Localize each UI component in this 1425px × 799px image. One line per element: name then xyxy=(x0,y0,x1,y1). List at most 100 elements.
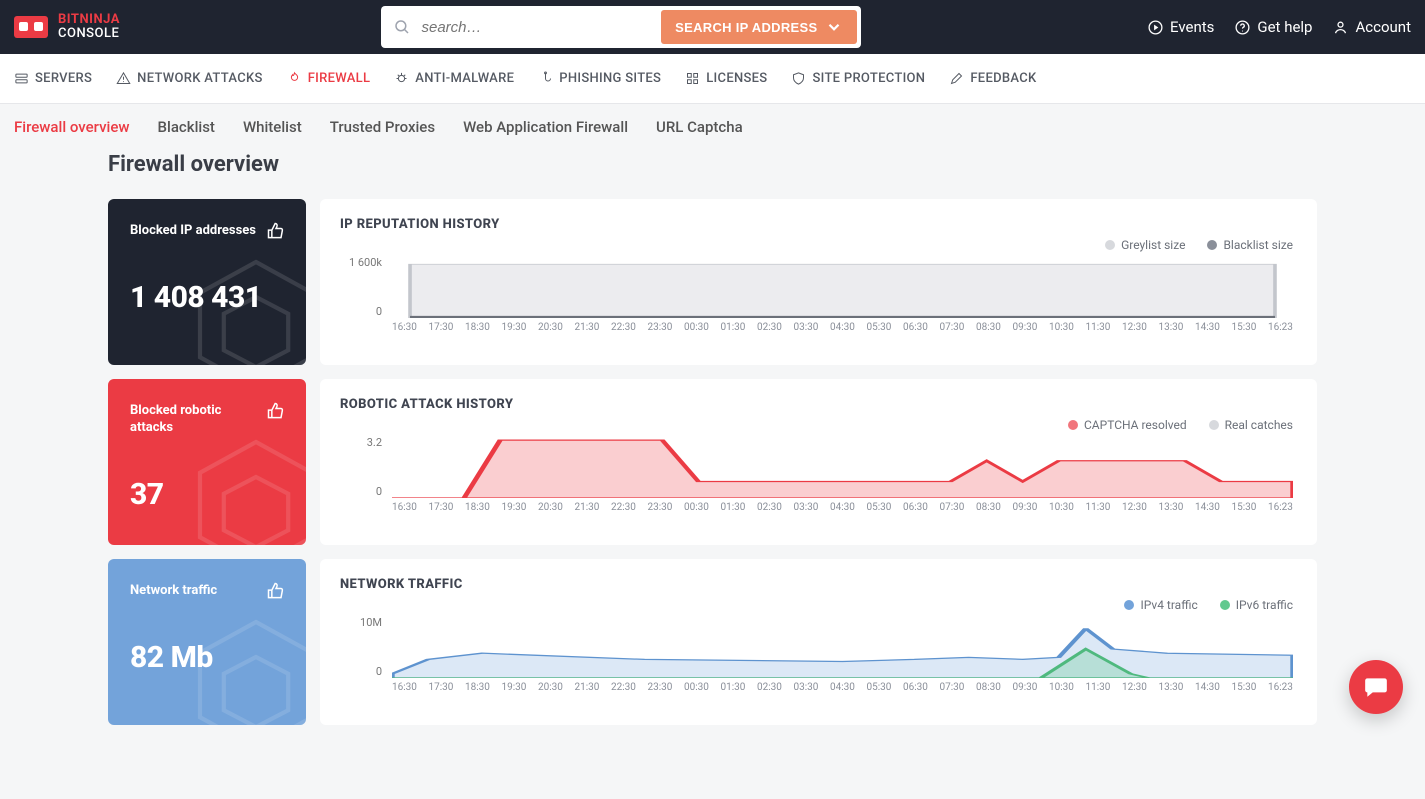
x-tick: 09:30 xyxy=(1013,502,1038,522)
stat-blocked-robotic[interactable]: Blocked robotic attacks 37 xyxy=(108,379,306,545)
servers-icon xyxy=(14,71,29,86)
stat-blocked-ip-label: Blocked IP addresses xyxy=(130,223,260,240)
x-tick: 01:30 xyxy=(721,322,746,342)
x-tick: 22:30 xyxy=(611,502,636,522)
legend-swatch-dark xyxy=(1207,240,1217,250)
x-tick: 05:30 xyxy=(867,502,892,522)
x-tick: 14:30 xyxy=(1195,502,1220,522)
x-tick: 11:30 xyxy=(1086,682,1111,702)
x-tick: 17:30 xyxy=(429,502,454,522)
legend-swatch-grey xyxy=(1105,240,1115,250)
search-ip-button[interactable]: SEARCH IP ADDRESS xyxy=(661,10,857,44)
x-tick: 06:30 xyxy=(903,682,928,702)
x-tick: 20:30 xyxy=(538,682,563,702)
nav-firewall-label: FIREWALL xyxy=(308,71,371,86)
x-tick: 21:30 xyxy=(575,682,600,702)
chat-icon xyxy=(1363,674,1389,700)
tab-trusted-proxies[interactable]: Trusted Proxies xyxy=(330,118,435,136)
brand-text: BITNINJA CONSOLE xyxy=(58,13,120,40)
tab-blacklist[interactable]: Blacklist xyxy=(158,118,215,136)
nav-feedback[interactable]: FEEDBACK xyxy=(949,71,1036,86)
nav-events-label: Events xyxy=(1170,18,1214,36)
shield-icon xyxy=(791,71,806,86)
nav-network-attacks[interactable]: NETWORK ATTACKS xyxy=(116,71,263,86)
stat-blocked-robotic-label: Blocked robotic attacks xyxy=(130,403,260,437)
nav-servers-label: SERVERS xyxy=(35,71,92,86)
x-tick: 23:30 xyxy=(648,502,673,522)
chart-ip-reputation: IP REPUTATION HISTORY Greylist size Blac… xyxy=(320,199,1317,365)
search-input[interactable] xyxy=(411,13,661,42)
x-tick: 19:30 xyxy=(502,322,527,342)
x-tick: 04:30 xyxy=(830,322,855,342)
x-tick: 23:30 xyxy=(648,322,673,342)
nav-account[interactable]: Account xyxy=(1332,18,1411,36)
chart-robotic-title: ROBOTIC ATTACK HISTORY xyxy=(340,397,1297,412)
search-ip-button-label: SEARCH IP ADDRESS xyxy=(675,20,817,35)
plot-robotic[interactable]: 3.2 0 16:3017:3018:3019:3020:3021:3022:3… xyxy=(392,436,1293,522)
chart-robotic: ROBOTIC ATTACK HISTORY CAPTCHA resolved … xyxy=(320,379,1317,545)
tab-waf[interactable]: Web Application Firewall xyxy=(463,118,628,136)
legend-item[interactable]: Real catches xyxy=(1209,418,1293,432)
x-tick: 22:30 xyxy=(611,322,636,342)
search-bar: SEARCH IP ADDRESS xyxy=(381,6,861,48)
tab-url-captcha[interactable]: URL Captcha xyxy=(656,118,743,136)
x-tick: 08:30 xyxy=(976,322,1001,342)
x-axis: 16:3017:3018:3019:3020:3021:3022:3023:30… xyxy=(392,682,1293,702)
nav-get-help[interactable]: Get help xyxy=(1234,18,1312,36)
x-tick: 07:30 xyxy=(940,682,965,702)
nav-servers[interactable]: SERVERS xyxy=(14,71,92,86)
nav-firewall[interactable]: FIREWALL xyxy=(287,71,371,86)
y-labels: 1 600k 0 xyxy=(340,256,388,318)
nav-anti-malware[interactable]: ANTI-MALWARE xyxy=(394,71,514,86)
x-tick: 02:30 xyxy=(757,502,782,522)
brand-logo[interactable]: BITNINJA CONSOLE xyxy=(14,13,120,40)
x-tick: 21:30 xyxy=(575,502,600,522)
x-tick: 02:30 xyxy=(757,682,782,702)
stat-network-traffic[interactable]: Network traffic 82 Mb xyxy=(108,559,306,725)
x-tick: 19:30 xyxy=(502,502,527,522)
page-title: Firewall overview xyxy=(108,152,1317,177)
nav-licenses[interactable]: LICENSES xyxy=(685,71,767,86)
legend-item[interactable]: Blacklist size xyxy=(1207,238,1293,252)
brand-name-top: BITNINJA xyxy=(58,13,120,27)
legend-item[interactable]: CAPTCHA resolved xyxy=(1068,418,1187,432)
x-tick: 22:30 xyxy=(611,682,636,702)
x-tick: 00:30 xyxy=(684,322,709,342)
x-tick: 18:30 xyxy=(465,322,490,342)
x-tick: 12:30 xyxy=(1122,502,1147,522)
plot-traffic[interactable]: 10M 0 16:3017:3018:3019:3020:3021:3022:3… xyxy=(392,616,1293,702)
x-tick: 21:30 xyxy=(575,322,600,342)
x-tick: 15:30 xyxy=(1232,682,1257,702)
plot-ip-reputation[interactable]: 1 600k 0 16:3017:3018:3019:3020:3021:302… xyxy=(392,256,1293,342)
row-ip-reputation: Blocked IP addresses 1 408 431 IP REPUTA… xyxy=(108,199,1317,365)
legend-item[interactable]: IPv4 traffic xyxy=(1124,598,1197,612)
stat-network-traffic-value: 82 Mb xyxy=(130,640,284,675)
chat-fab[interactable] xyxy=(1349,660,1403,714)
nav-site-protection[interactable]: SITE PROTECTION xyxy=(791,71,925,86)
x-tick: 04:30 xyxy=(830,502,855,522)
tab-overview[interactable]: Firewall overview xyxy=(14,118,130,136)
x-tick: 11:30 xyxy=(1086,322,1111,342)
x-tick: 01:30 xyxy=(721,682,746,702)
legend-item[interactable]: IPv6 traffic xyxy=(1220,598,1293,612)
chart-robotic-legend: CAPTCHA resolved Real catches xyxy=(340,418,1293,432)
chart-svg xyxy=(392,256,1293,318)
section-tabs: Firewall overview Blacklist Whitelist Tr… xyxy=(0,104,1425,152)
x-tick: 11:30 xyxy=(1086,502,1111,522)
x-tick: 09:30 xyxy=(1013,682,1038,702)
x-tick: 05:30 xyxy=(867,322,892,342)
chart-traffic-legend: IPv4 traffic IPv6 traffic xyxy=(340,598,1293,612)
chevron-down-icon xyxy=(825,18,843,36)
x-tick: 16:23 xyxy=(1268,682,1293,702)
legend-item[interactable]: Greylist size xyxy=(1105,238,1185,252)
x-tick: 16:30 xyxy=(392,682,417,702)
nav-events[interactable]: Events xyxy=(1147,18,1214,36)
x-tick: 03:30 xyxy=(794,502,819,522)
x-tick: 20:30 xyxy=(538,502,563,522)
nav-phishing[interactable]: PHISHING SITES xyxy=(538,71,661,86)
x-axis: 16:3017:3018:3019:3020:3021:3022:3023:30… xyxy=(392,502,1293,522)
x-tick: 07:30 xyxy=(940,502,965,522)
x-tick: 00:30 xyxy=(684,682,709,702)
stat-blocked-ip[interactable]: Blocked IP addresses 1 408 431 xyxy=(108,199,306,365)
tab-whitelist[interactable]: Whitelist xyxy=(243,118,302,136)
